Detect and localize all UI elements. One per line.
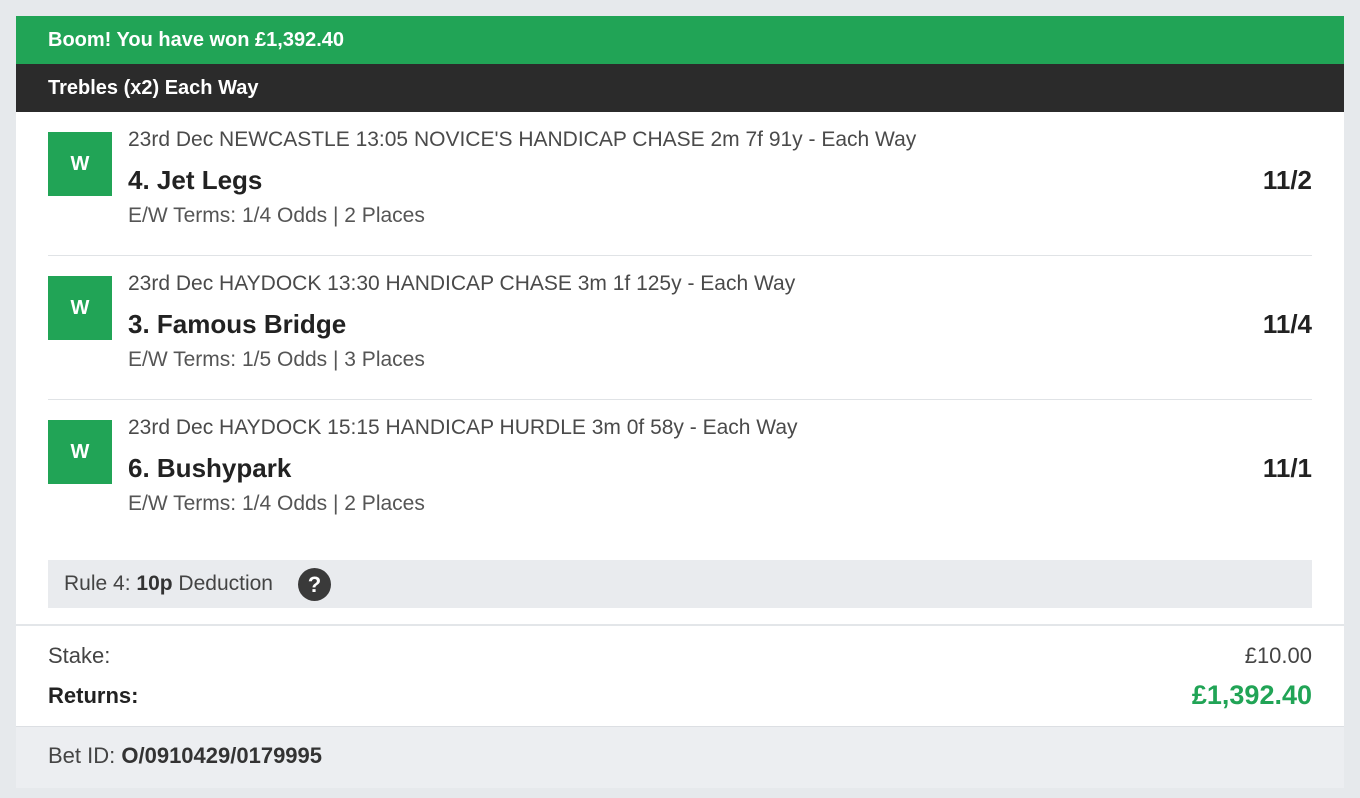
event-description: 23rd Dec NEWCASTLE 13:05 NOVICE'S HANDIC… — [128, 128, 917, 151]
bet-receipt-card: Boom! You have won £1,392.40 Trebles (x2… — [16, 16, 1344, 788]
selection-odds: 11/2 — [1262, 165, 1312, 195]
selection-row: W 23rd Dec HAYDOCK 13:30 HANDICAP CHASE … — [48, 256, 1312, 400]
bet-type-header: Trebles (x2) Each Way — [16, 64, 1344, 112]
returns-value: £1,392.40 — [1191, 680, 1312, 710]
runner-name: 3. Famous Bridge — [128, 309, 347, 339]
rule4-deduction-bar: Rule 4: 10p Deduction ? — [48, 560, 1312, 608]
event-description: 23rd Dec HAYDOCK 13:30 HANDICAP CHASE 3m… — [128, 272, 796, 295]
selection-row: W 23rd Dec HAYDOCK 15:15 HANDICAP HURDLE… — [48, 400, 1312, 544]
each-way-terms: E/W Terms: 1/5 Odds | 3 Places — [128, 348, 425, 371]
stake-label: Stake: — [48, 643, 111, 668]
stake-value: £10.00 — [1244, 643, 1312, 668]
runner-name: 6. Bushypark — [128, 453, 292, 483]
totals-divider — [16, 624, 1344, 626]
question-mark-icon[interactable]: ? — [298, 568, 331, 601]
bet-id-footer: Bet ID: O/0910429/0179995 — [16, 726, 1344, 788]
selection-odds: 11/4 — [1262, 309, 1312, 339]
returns-label: Returns: — [48, 683, 139, 708]
selection-row: W 23rd Dec NEWCASTLE 13:05 NOVICE'S HAND… — [48, 112, 1312, 256]
bet-id-label: Bet ID: — [48, 743, 116, 768]
rule4-suffix: Deduction — [178, 572, 273, 595]
selection-odds: 11/1 — [1262, 453, 1312, 483]
bet-id-value: O/0910429/0179995 — [121, 743, 323, 768]
win-result-badge: W — [48, 276, 112, 340]
event-description: 23rd Dec HAYDOCK 15:15 HANDICAP HURDLE 3… — [128, 416, 798, 439]
each-way-terms: E/W Terms: 1/4 Odds | 2 Places — [128, 492, 425, 515]
win-result-badge: W — [48, 420, 112, 484]
rule4-amount: 10p — [136, 572, 173, 595]
runner-name: 4. Jet Legs — [128, 165, 263, 195]
win-result-badge: W — [48, 132, 112, 196]
win-banner: Boom! You have won £1,392.40 — [16, 16, 1344, 64]
rule4-label: Rule 4: — [64, 572, 131, 595]
each-way-terms: E/W Terms: 1/4 Odds | 2 Places — [128, 204, 425, 227]
